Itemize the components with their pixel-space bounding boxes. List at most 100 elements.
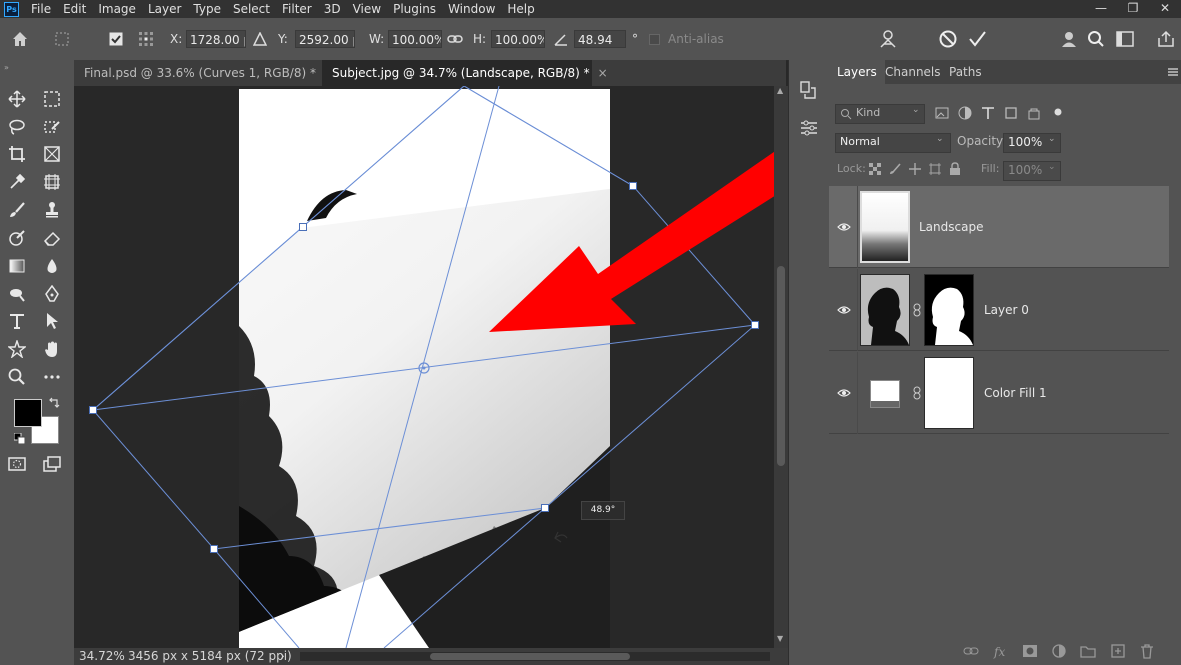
menu-layer[interactable]: Layer bbox=[142, 0, 187, 18]
link-icon[interactable] bbox=[445, 29, 465, 49]
commit-transform-icon[interactable] bbox=[967, 29, 987, 49]
shape-filter-icon[interactable] bbox=[1004, 106, 1018, 123]
adjustments-panel-icon[interactable] bbox=[799, 118, 819, 141]
vertical-scrollbar[interactable]: ▲ ▼ bbox=[774, 86, 788, 648]
pixel-filter-icon[interactable] bbox=[935, 106, 949, 123]
scroll-down-icon[interactable]: ▼ bbox=[777, 634, 785, 646]
menu-view[interactable]: View bbox=[347, 0, 387, 18]
status-menu-arrow[interactable]: › bbox=[280, 648, 285, 665]
layer-row-layer-0[interactable]: Layer 0 bbox=[829, 269, 1169, 351]
eraser-tool-icon[interactable] bbox=[41, 227, 63, 249]
visibility-eye-icon[interactable] bbox=[837, 303, 851, 317]
workspace-icon[interactable] bbox=[1115, 29, 1135, 49]
mask-link-icon[interactable] bbox=[913, 303, 921, 317]
layer-style-icon[interactable]: fx bbox=[993, 643, 1009, 659]
add-mask-icon[interactable] bbox=[1022, 643, 1038, 659]
history-brush-tool-icon[interactable] bbox=[6, 227, 28, 249]
y-field[interactable]: 2592.00 px bbox=[295, 30, 355, 48]
share-icon[interactable] bbox=[1156, 29, 1176, 49]
history-panel-icon[interactable] bbox=[799, 80, 819, 103]
menu-select[interactable]: Select bbox=[227, 0, 276, 18]
width-field[interactable]: 100.00% bbox=[388, 30, 442, 48]
menu-type[interactable]: Type bbox=[187, 0, 227, 18]
menu-file[interactable]: File bbox=[25, 0, 57, 18]
close-window-button[interactable]: ✕ bbox=[1149, 0, 1181, 18]
dodge-tool-icon[interactable] bbox=[6, 283, 28, 305]
new-group-icon[interactable] bbox=[1080, 643, 1096, 659]
visibility-eye-icon[interactable] bbox=[837, 386, 851, 400]
mask-link-icon[interactable] bbox=[913, 386, 921, 400]
canvas-area[interactable]: 48.9° bbox=[74, 86, 774, 648]
toolbar-grip[interactable]: » bbox=[0, 60, 74, 72]
menu-filter[interactable]: Filter bbox=[276, 0, 318, 18]
layer-name[interactable]: Landscape bbox=[919, 186, 983, 268]
fill-layer-thumbnail[interactable] bbox=[870, 380, 900, 408]
new-layer-icon[interactable] bbox=[1110, 643, 1126, 659]
angle-field[interactable]: 48.94 bbox=[574, 30, 626, 48]
scroll-up-icon[interactable]: ▲ bbox=[777, 86, 785, 98]
quick-mask-icon[interactable] bbox=[6, 453, 28, 475]
type-tool-icon[interactable] bbox=[6, 310, 28, 332]
layer-name[interactable]: Layer 0 bbox=[984, 269, 1029, 351]
document-info[interactable]: 3456 px x 5184 px (72 ppi) bbox=[128, 648, 292, 665]
scroll-thumb[interactable] bbox=[777, 266, 785, 466]
menu-plugins[interactable]: Plugins bbox=[387, 0, 442, 18]
blend-mode-select[interactable]: Normal ⌄ bbox=[835, 133, 951, 153]
layer-mask-thumbnail[interactable] bbox=[924, 274, 974, 346]
more-tools-icon[interactable] bbox=[41, 366, 63, 388]
type-filter-icon[interactable] bbox=[981, 106, 995, 123]
menu-help[interactable]: Help bbox=[501, 0, 540, 18]
cancel-transform-icon[interactable] bbox=[938, 29, 958, 49]
profile-icon[interactable] bbox=[1060, 29, 1080, 49]
menu-3d[interactable]: 3D bbox=[318, 0, 347, 18]
menu-image[interactable]: Image bbox=[92, 0, 142, 18]
object-selection-tool-icon[interactable] bbox=[41, 116, 63, 138]
layer-row-landscape[interactable]: Landscape bbox=[829, 186, 1169, 268]
antialias-checkbox[interactable] bbox=[648, 29, 660, 49]
tab-final-psd[interactable]: Final.psd @ 33.6% (Curves 1, RGB/8) *× bbox=[74, 60, 334, 86]
link-layers-icon[interactable] bbox=[963, 643, 979, 659]
layer-row-color-fill-1[interactable]: Color Fill 1 bbox=[829, 352, 1169, 434]
gradient-tool-icon[interactable] bbox=[6, 255, 28, 277]
new-adjustment-layer-icon[interactable] bbox=[1051, 643, 1067, 659]
relative-position-icon[interactable] bbox=[250, 29, 270, 49]
close-tab-icon[interactable]: × bbox=[598, 66, 608, 80]
filter-kind-select[interactable]: Kind ⌄ bbox=[835, 104, 925, 124]
eyedropper-tool-icon[interactable] bbox=[6, 171, 28, 193]
minimize-button[interactable]: — bbox=[1085, 0, 1117, 18]
menu-window[interactable]: Window bbox=[442, 0, 501, 18]
lock-all-icon[interactable] bbox=[949, 162, 961, 178]
layer-mask-thumbnail[interactable] bbox=[924, 357, 974, 429]
visibility-eye-icon[interactable] bbox=[837, 220, 851, 234]
layer-thumbnail[interactable] bbox=[860, 191, 910, 263]
delete-layer-icon[interactable] bbox=[1139, 643, 1155, 659]
opacity-field[interactable]: 100% ⌄ bbox=[1003, 133, 1061, 153]
filter-toggle-icon[interactable] bbox=[1053, 106, 1063, 120]
adjustment-filter-icon[interactable] bbox=[958, 106, 972, 123]
lock-transparent-icon[interactable] bbox=[869, 163, 881, 178]
home-icon[interactable] bbox=[10, 29, 30, 49]
horizontal-scrollbar[interactable] bbox=[300, 652, 770, 661]
brush-tool-icon[interactable] bbox=[6, 199, 28, 221]
height-field[interactable]: 100.00% bbox=[491, 30, 545, 48]
marquee-tool-icon[interactable] bbox=[41, 88, 63, 110]
restore-button[interactable]: ❐ bbox=[1117, 0, 1149, 18]
shape-tool-icon[interactable] bbox=[6, 338, 28, 360]
foreground-color-swatch[interactable] bbox=[14, 399, 42, 427]
warp-mode-icon[interactable] bbox=[878, 29, 898, 49]
smart-object-filter-icon[interactable] bbox=[1027, 106, 1041, 123]
blur-tool-icon[interactable] bbox=[41, 255, 63, 277]
layer-name[interactable]: Color Fill 1 bbox=[984, 352, 1047, 434]
tab-channels[interactable]: Channels bbox=[877, 60, 949, 84]
menu-edit[interactable]: Edit bbox=[57, 0, 92, 18]
tab-subject-jpg[interactable]: Subject.jpg @ 34.7% (Landscape, RGB/8) *… bbox=[322, 60, 608, 86]
scroll-thumb[interactable] bbox=[430, 653, 630, 660]
lock-image-icon[interactable] bbox=[889, 163, 901, 178]
lock-artboard-icon[interactable] bbox=[929, 163, 941, 178]
reference-grid-icon[interactable] bbox=[136, 29, 156, 49]
fill-field[interactable]: 100% ⌄ bbox=[1003, 161, 1061, 181]
move-tool-icon[interactable] bbox=[6, 88, 28, 110]
path-selection-tool-icon[interactable] bbox=[41, 310, 63, 332]
default-colors-icon[interactable] bbox=[13, 432, 26, 447]
reference-point-icon[interactable] bbox=[52, 29, 72, 49]
